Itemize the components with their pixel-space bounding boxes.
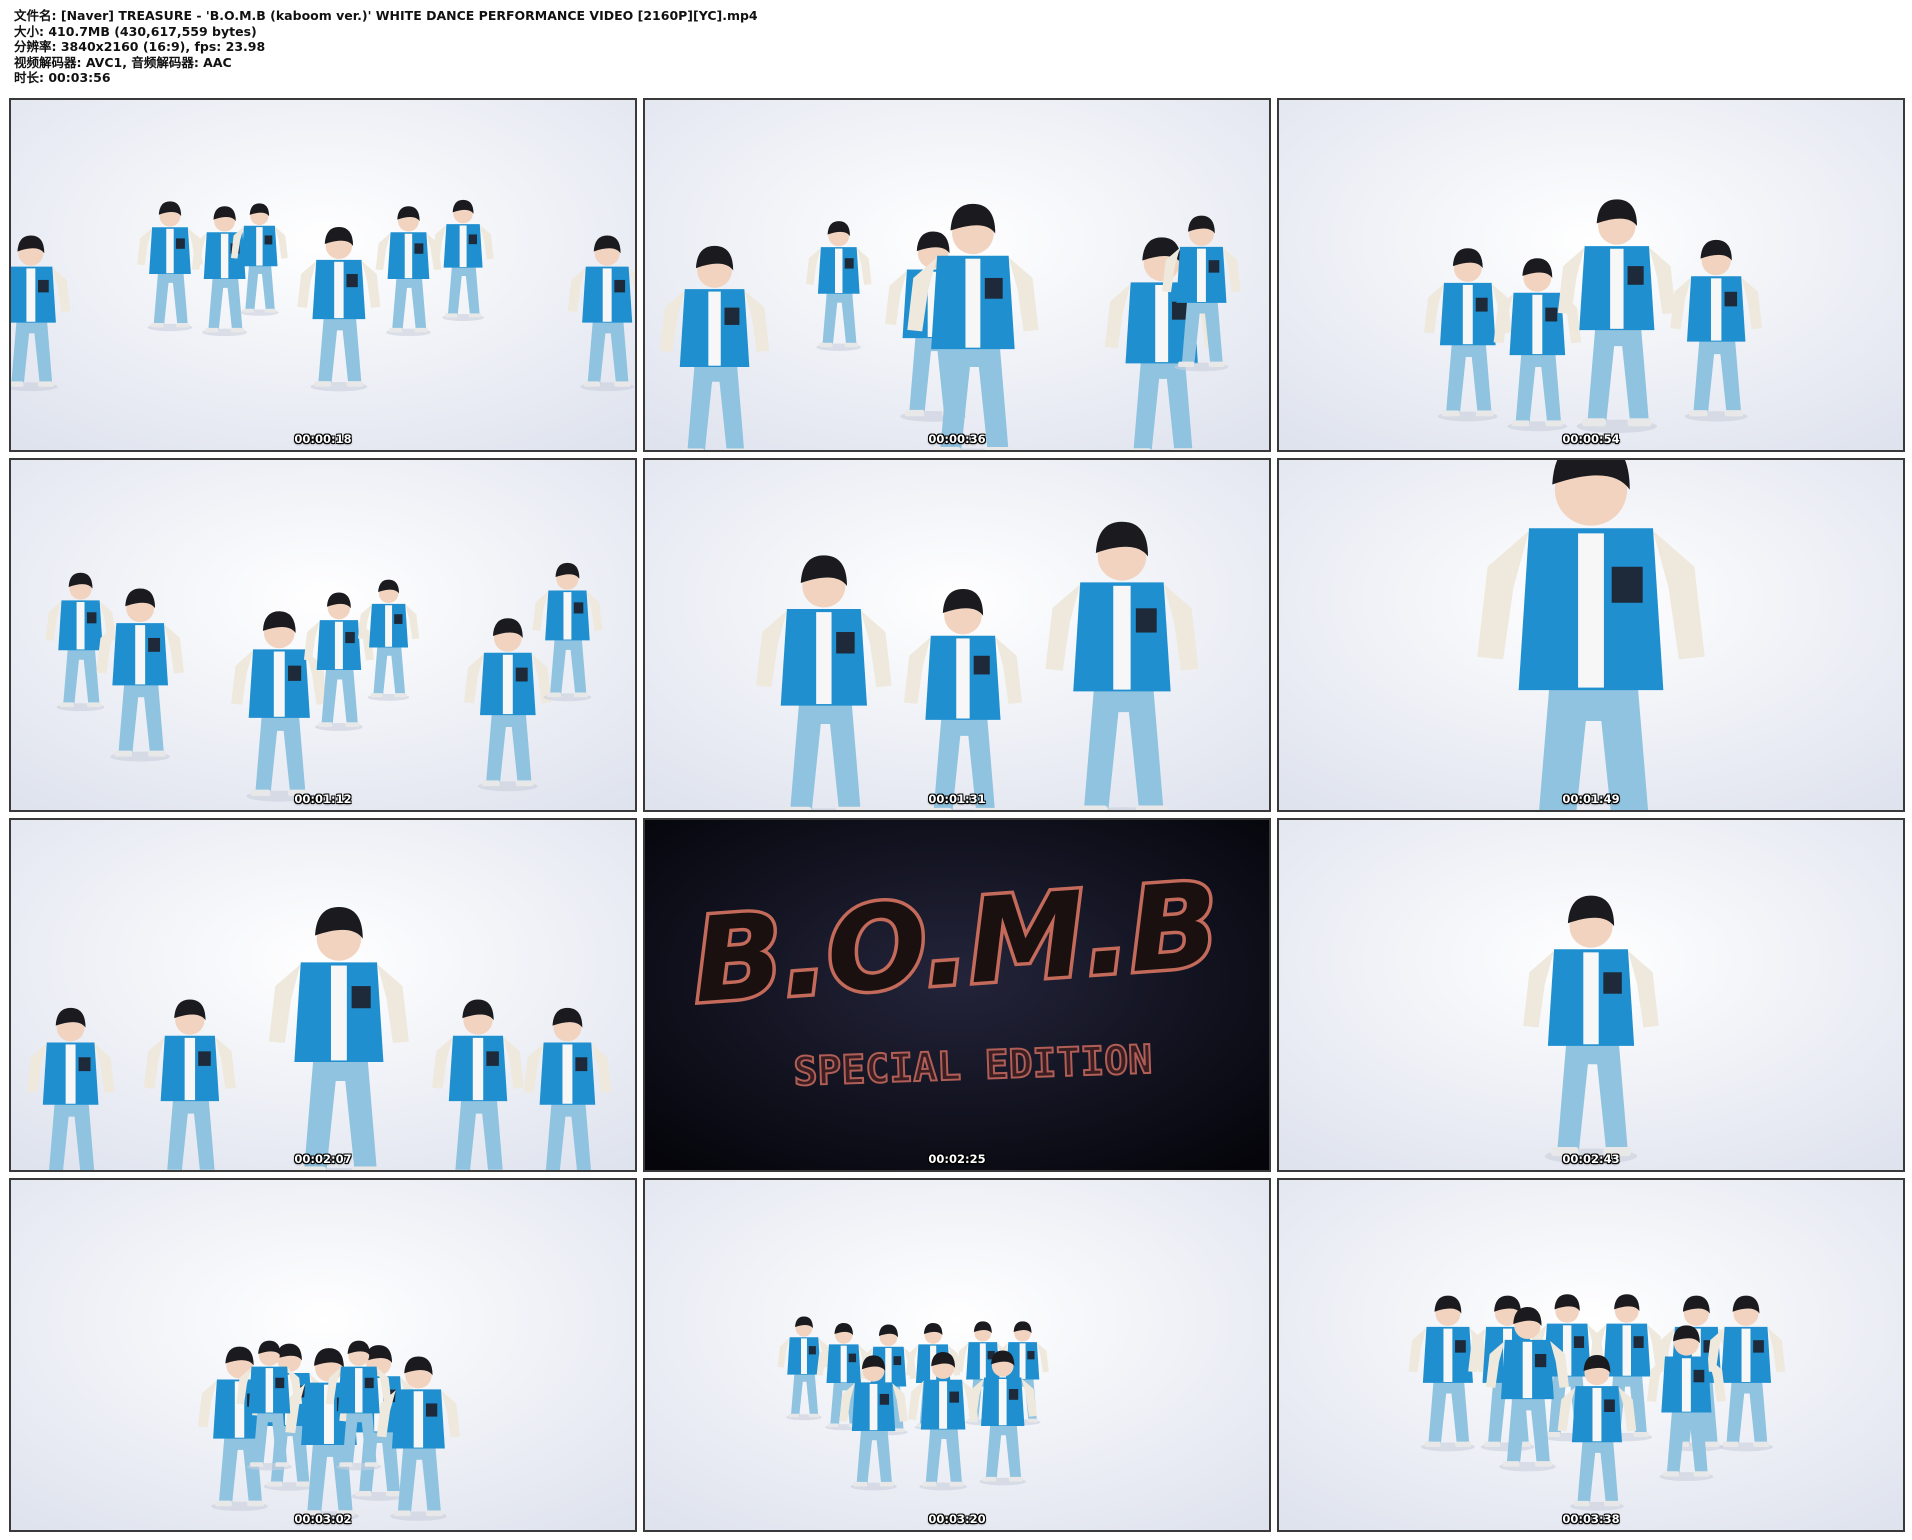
frame-timestamp: 00:02:43 [1562, 1152, 1620, 1166]
thumbnail-frame[interactable]: 00:01:12 [9, 458, 637, 812]
thumbnail-frame[interactable]: 00:02:43 [1277, 818, 1905, 1172]
frame-image [1279, 100, 1903, 450]
frame-timestamp: 00:01:49 [1562, 792, 1620, 806]
frame-image [645, 1180, 1269, 1530]
frame-image [1279, 1180, 1903, 1530]
thumbnail-frame[interactable]: 00:01:49 [1277, 458, 1905, 812]
frame-timestamp: 00:01:12 [294, 792, 352, 806]
frame-image [11, 100, 635, 450]
thumbnail-frame[interactable]: B.O.M.B SPECIAL EDITION 00:02:25 [643, 818, 1271, 1172]
frame-image [11, 1180, 635, 1530]
frame-timestamp: 00:00:18 [294, 432, 352, 446]
frame-image [1279, 820, 1903, 1170]
frame-timestamp: 00:01:31 [928, 792, 986, 806]
thumbnail-frame[interactable]: 00:03:38 [1277, 1178, 1905, 1532]
thumbnail-frame[interactable]: 00:01:31 [643, 458, 1271, 812]
frame-image [11, 820, 635, 1170]
thumbnail-frame[interactable]: 00:00:18 [9, 98, 637, 452]
frame-image [645, 100, 1269, 450]
thumbnail-frame[interactable]: 00:03:20 [643, 1178, 1271, 1532]
frame-image [11, 460, 635, 810]
thumbnail-frame[interactable]: 00:03:02 [9, 1178, 637, 1532]
frame-image [1279, 460, 1903, 810]
frame-timestamp: 00:03:20 [928, 1512, 986, 1526]
frame-timestamp: 00:02:07 [294, 1152, 352, 1166]
thumbnail-frame[interactable]: 00:00:36 [643, 98, 1271, 452]
frame-image [645, 460, 1269, 810]
frame-image: B.O.M.B SPECIAL EDITION [645, 820, 1269, 1170]
frame-timestamp: 00:02:25 [928, 1152, 986, 1166]
thumbnail-frame[interactable]: 00:00:54 [1277, 98, 1905, 452]
frame-timestamp: 00:03:38 [1562, 1512, 1620, 1526]
frame-timestamp: 00:00:36 [928, 432, 986, 446]
frame-timestamp: 00:03:02 [294, 1512, 352, 1526]
thumbnail-frame[interactable]: 00:02:07 [9, 818, 637, 1172]
frame-timestamp: 00:00:54 [1562, 432, 1620, 446]
thumbnail-grid: 00:00:18 00:00:36 00:00:54 00:01:12 00:0… [0, 0, 1912, 1540]
